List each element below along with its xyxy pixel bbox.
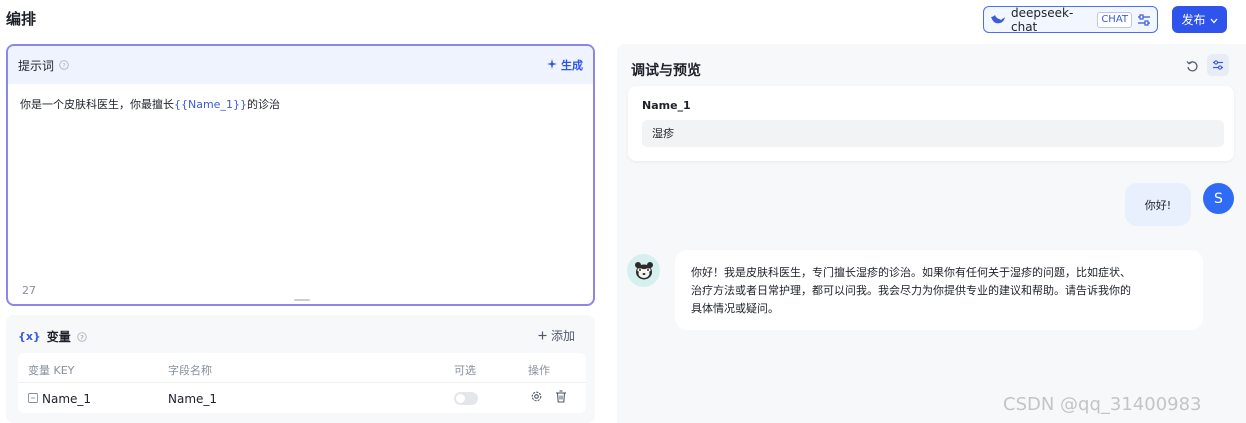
prompt-text-before: 你是一个皮肤科医生，你最擅长 [20,98,174,111]
model-selector-button[interactable]: deepseek-chat CHAT [983,5,1158,34]
add-label: 添加 [550,329,575,343]
bot-message-line: 具体情况或疑问。 [691,302,779,315]
prompt-text-after: 的诊治 [246,98,280,111]
user-message-text: 你好! [1144,198,1172,212]
variable-braces-icon: {x} [18,330,41,343]
bot-avatar-icon [627,254,660,287]
bot-message-bubble: 你好！我是皮肤科医生，专门擅长湿疹的诊治。如果你有任何关于湿疹的问题，比如症状、… [675,250,1203,330]
model-type-tag: CHAT [1097,11,1132,28]
prompt-panel: 提示词 ? 生成 你是一个皮肤科医生，你最擅长{{Name_1}}的诊治 27 [6,44,595,306]
column-header-actions: 操作 [528,364,550,377]
publish-label: 发布 [1181,13,1206,27]
resize-handle[interactable] [294,299,310,301]
table-row-key-cell: Name_1 [28,392,91,406]
prompt-header: 提示词 ? 生成 [8,46,593,84]
variable-input-label: Name_1 [642,99,691,112]
bot-message-line: 治疗方法或者日常护理，都可以问我。我会尽力为你提供专业的建议和帮助。请告诉我你的 [691,284,1131,297]
prompt-title: 提示词 [18,58,55,73]
variable-input-card: Name_1 湿疹 [628,86,1234,161]
help-icon[interactable]: ? [59,60,69,70]
variable-value-input[interactable]: 湿疹 [642,120,1224,147]
model-name: deepseek-chat [1011,5,1074,34]
prompt-variable-ref: {{Name_1}} [174,98,247,111]
prompt-textarea[interactable]: 你是一个皮肤科医生，你最擅长{{Name_1}}的诊治 [20,96,280,112]
char-count: 27 [22,284,36,297]
svg-text:?: ? [62,61,65,69]
plus-icon [538,329,547,343]
preview-title: 调试与预览 [631,63,701,79]
bot-message-line: 你好！我是皮肤科医生，专门擅长湿疹的诊治。如果你有任何关于湿疹的问题，比如症状、 [691,266,1131,279]
add-variable-button[interactable]: 添加 [538,327,575,344]
debug-preview-panel: 调试与预览 Name_1 湿疹 你好! S 你好！我是皮肤科医生，专门擅长湿疹的… [617,44,1246,423]
text-field-icon [28,392,38,406]
config-sliders-icon[interactable] [1207,54,1229,76]
publish-button[interactable]: 发布 [1172,6,1227,33]
help-icon[interactable]: ? [77,331,87,342]
variable-field-name: Name_1 [168,392,218,406]
row-divider [18,382,586,383]
variable-key: Name_1 [42,392,92,406]
column-header-field-name: 字段名称 [168,364,212,377]
variables-panel: {x} 变量 ? 添加 变量 KEY 字段名称 可选 操作 Name_1 Nam… [6,315,595,423]
optional-toggle[interactable] [454,392,478,405]
deepseek-whale-icon [990,13,1006,27]
generate-label: 生成 [561,59,583,72]
sliders-icon[interactable] [1137,13,1151,26]
sparkle-icon [547,58,557,72]
column-header-key: 变量 KEY [28,364,75,377]
page-title: 编排 [6,10,37,28]
variables-table: 变量 KEY 字段名称 可选 操作 Name_1 Name_1 [18,353,586,413]
trash-icon[interactable] [555,390,567,403]
svg-text:?: ? [80,333,84,341]
generate-button[interactable]: 生成 [547,57,583,73]
refresh-icon[interactable] [1186,60,1199,73]
chevron-down-icon [1210,13,1218,27]
column-header-optional: 可选 [454,364,476,377]
variables-title: 变量 [46,330,71,344]
gear-icon[interactable] [530,390,543,403]
watermark: CSDN @qq_31400983 [1003,394,1202,415]
user-message-bubble: 你好! [1125,183,1191,226]
user-avatar: S [1203,183,1234,214]
variables-header: {x} 变量 ? [18,328,87,345]
